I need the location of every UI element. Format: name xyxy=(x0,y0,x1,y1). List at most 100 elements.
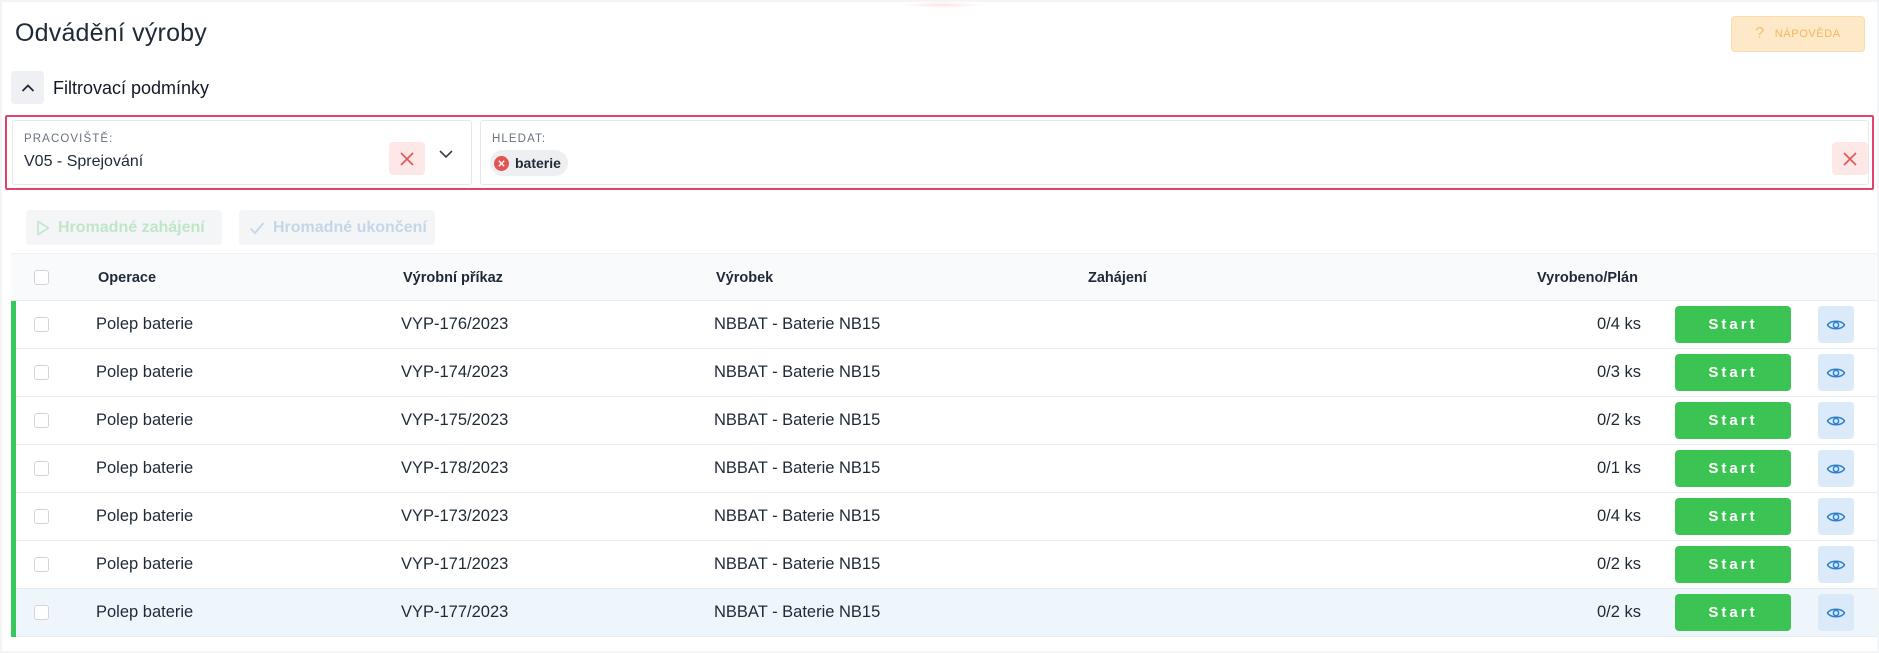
search-field[interactable]: HLEDAT: baterie xyxy=(480,120,1869,185)
bulk-start-label: Hromadné zahájení xyxy=(58,218,205,236)
column-header-produced[interactable]: Vyrobeno/Plán xyxy=(1537,270,1638,286)
cell-product: NBBAT - Baterie NB15 xyxy=(714,459,881,477)
cell-product: NBBAT - Baterie NB15 xyxy=(714,603,881,621)
close-icon xyxy=(1843,151,1857,166)
row-checkbox[interactable] xyxy=(34,413,49,428)
status-bar xyxy=(11,301,16,349)
table-row[interactable]: Polep baterie VYP-171/2023 NBBAT - Bater… xyxy=(11,541,1877,589)
chevron-up-icon xyxy=(21,83,34,92)
help-button[interactable]: ? NÁPOVĚDA xyxy=(1731,16,1865,52)
filter-panel: PRACOVIŠTĚ: V05 - Sprejování HLEDAT: bat… xyxy=(5,115,1874,190)
cell-order: VYP-171/2023 xyxy=(401,555,509,573)
eye-icon xyxy=(1826,368,1846,377)
start-button[interactable]: Start xyxy=(1675,402,1791,439)
cell-operation: Polep baterie xyxy=(96,507,194,525)
start-button[interactable]: Start xyxy=(1675,354,1791,391)
cell-produced: 0/2 ks xyxy=(1596,603,1641,621)
table-row[interactable]: Polep baterie VYP-175/2023 NBBAT - Bater… xyxy=(11,397,1877,445)
cell-operation: Polep baterie xyxy=(96,411,194,429)
filter-section-title: Filtrovací podmínky xyxy=(53,78,210,98)
chevron-down-icon[interactable] xyxy=(438,149,454,159)
bulk-finish-label: Hromadné ukončení xyxy=(273,218,427,236)
cell-product: NBBAT - Baterie NB15 xyxy=(714,315,881,333)
start-button[interactable]: Start xyxy=(1675,498,1791,535)
column-header-order[interactable]: Výrobní příkaz xyxy=(403,270,503,286)
cell-product: NBBAT - Baterie NB15 xyxy=(714,555,881,573)
cell-operation: Polep baterie xyxy=(96,315,194,333)
detail-button[interactable] xyxy=(1818,306,1854,343)
table-row[interactable]: Polep baterie VYP-173/2023 NBBAT - Bater… xyxy=(11,493,1877,541)
row-checkbox[interactable] xyxy=(34,557,49,572)
workplace-value: V05 - Sprejování xyxy=(24,153,144,170)
table-body: Polep baterie VYP-176/2023 NBBAT - Bater… xyxy=(11,301,1877,637)
cell-produced: 0/4 ks xyxy=(1596,315,1641,333)
cell-product: NBBAT - Baterie NB15 xyxy=(714,507,881,525)
workplace-select[interactable]: PRACOVIŠTĚ: V05 - Sprejování xyxy=(12,120,472,185)
column-header-operation[interactable]: Operace xyxy=(98,270,156,286)
chip-remove-icon[interactable] xyxy=(494,155,509,171)
cell-produced: 0/2 ks xyxy=(1596,411,1641,429)
row-checkbox[interactable] xyxy=(34,317,49,332)
detail-button[interactable] xyxy=(1818,594,1854,631)
status-bar xyxy=(11,589,16,637)
detail-button[interactable] xyxy=(1818,402,1854,439)
status-bar xyxy=(11,445,16,493)
production-reporting-page: Odvádění výroby ? NÁPOVĚDA Filtrovací po… xyxy=(2,2,1877,651)
detail-button[interactable] xyxy=(1818,546,1854,583)
workplace-clear-button[interactable] xyxy=(389,142,425,175)
select-all-checkbox[interactable] xyxy=(34,270,49,285)
table-row[interactable]: Polep baterie VYP-176/2023 NBBAT - Bater… xyxy=(11,301,1877,349)
status-bar xyxy=(11,349,16,397)
row-checkbox[interactable] xyxy=(34,461,49,476)
detail-button[interactable] xyxy=(1818,354,1854,391)
search-chip[interactable]: baterie xyxy=(490,150,568,176)
cell-operation: Polep baterie xyxy=(96,555,194,573)
check-icon xyxy=(249,221,265,234)
eye-icon xyxy=(1826,464,1846,473)
question-icon: ? xyxy=(1755,25,1765,42)
search-clear-button[interactable] xyxy=(1832,142,1868,175)
table-header: Operace Výrobní příkaz Výrobek Zahájení … xyxy=(11,253,1877,301)
cell-order: VYP-174/2023 xyxy=(401,363,509,381)
cell-order: VYP-173/2023 xyxy=(401,507,509,525)
status-bar xyxy=(11,493,16,541)
eye-icon xyxy=(1826,608,1846,617)
row-checkbox[interactable] xyxy=(34,605,49,620)
start-button[interactable]: Start xyxy=(1675,546,1791,583)
table-row[interactable]: Polep baterie VYP-177/2023 NBBAT - Bater… xyxy=(11,589,1877,637)
row-checkbox[interactable] xyxy=(34,365,49,380)
operations-table: Operace Výrobní příkaz Výrobek Zahájení … xyxy=(11,253,1877,637)
filter-collapse-button[interactable] xyxy=(11,71,44,104)
status-bar xyxy=(11,541,16,589)
column-header-product[interactable]: Výrobek xyxy=(716,270,773,286)
bulk-start-button[interactable]: Hromadné zahájení xyxy=(26,210,222,245)
play-icon xyxy=(37,220,50,235)
eye-icon xyxy=(1826,512,1846,521)
start-button[interactable]: Start xyxy=(1675,450,1791,487)
cell-operation: Polep baterie xyxy=(96,363,194,381)
column-header-started[interactable]: Zahájení xyxy=(1088,270,1147,286)
eye-icon xyxy=(1826,560,1846,569)
cell-produced: 0/4 ks xyxy=(1596,507,1641,525)
eye-icon xyxy=(1826,320,1846,329)
workplace-label: PRACOVIŠTĚ: xyxy=(24,133,114,145)
bulk-finish-button[interactable]: Hromadné ukončení xyxy=(239,210,435,245)
start-button[interactable]: Start xyxy=(1675,306,1791,343)
status-bar xyxy=(11,397,16,445)
cell-order: VYP-176/2023 xyxy=(401,315,509,333)
search-label: HLEDAT: xyxy=(492,133,547,145)
detail-button[interactable] xyxy=(1818,498,1854,535)
search-chip-label: baterie xyxy=(515,155,561,171)
table-row[interactable]: Polep baterie VYP-174/2023 NBBAT - Bater… xyxy=(11,349,1877,397)
table-row[interactable]: Polep baterie VYP-178/2023 NBBAT - Bater… xyxy=(11,445,1877,493)
detail-button[interactable] xyxy=(1818,450,1854,487)
help-button-label: NÁPOVĚDA xyxy=(1774,28,1841,40)
cell-order: VYP-177/2023 xyxy=(401,603,509,621)
top-glow-decoration xyxy=(902,2,982,8)
eye-icon xyxy=(1826,416,1846,425)
row-checkbox[interactable] xyxy=(34,509,49,524)
cell-produced: 0/2 ks xyxy=(1596,555,1641,573)
cell-product: NBBAT - Baterie NB15 xyxy=(714,363,881,381)
start-button[interactable]: Start xyxy=(1675,594,1791,631)
close-icon xyxy=(400,151,414,166)
